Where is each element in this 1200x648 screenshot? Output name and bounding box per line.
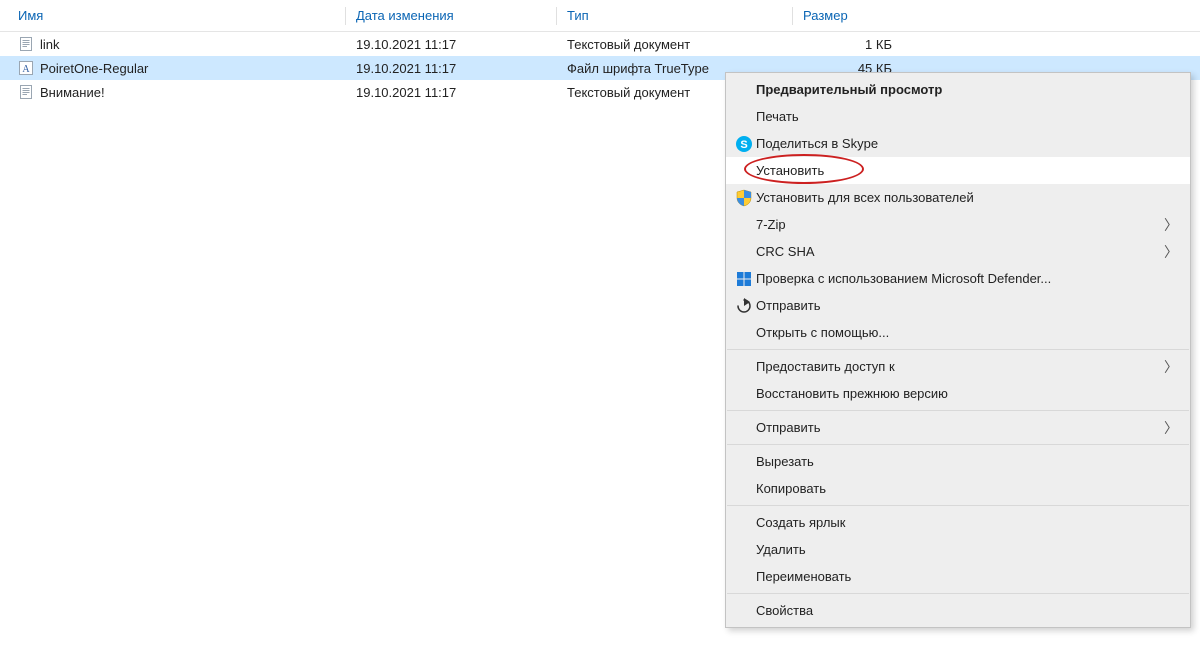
context-menu-item[interactable]: Переименовать bbox=[726, 563, 1190, 590]
context-menu-separator bbox=[727, 505, 1189, 506]
skype-icon: S bbox=[732, 135, 756, 153]
context-menu-item-label: Предоставить доступ к bbox=[756, 359, 1164, 374]
context-menu-item-label: Восстановить прежнюю версию bbox=[756, 386, 1164, 401]
context-menu-item[interactable]: Установить bbox=[726, 157, 1190, 184]
context-menu-item[interactable]: Установить для всех пользователей bbox=[726, 184, 1190, 211]
context-menu-item[interactable]: Печать bbox=[726, 103, 1190, 130]
context-menu-item[interactable]: Предварительный просмотр bbox=[726, 76, 1190, 103]
file-name: link bbox=[40, 37, 60, 52]
submenu-chevron-icon: 〉 bbox=[1164, 357, 1178, 377]
share-icon bbox=[732, 297, 756, 315]
context-menu-item[interactable]: Отправить〉 bbox=[726, 414, 1190, 441]
context-menu-item-label: Проверка с использованием Microsoft Defe… bbox=[756, 271, 1164, 286]
context-menu-item[interactable]: Свойства bbox=[726, 597, 1190, 624]
submenu-chevron-icon: 〉 bbox=[1164, 215, 1178, 235]
context-menu-item[interactable]: Проверка с использованием Microsoft Defe… bbox=[726, 265, 1190, 292]
context-menu-item-label: Установить для всех пользователей bbox=[756, 190, 1164, 205]
context-menu-item-label: Отправить bbox=[756, 298, 1164, 313]
font-file-icon: A bbox=[18, 60, 34, 76]
context-menu-item[interactable]: S Поделиться в Skype bbox=[726, 130, 1190, 157]
context-menu-item-label: Копировать bbox=[756, 481, 1164, 496]
file-type: Текстовый документ bbox=[567, 37, 792, 52]
context-menu-item[interactable]: CRC SHA〉 bbox=[726, 238, 1190, 265]
column-date[interactable]: Дата изменения bbox=[356, 8, 556, 23]
defender-icon bbox=[732, 270, 756, 288]
context-menu-item[interactable]: Предоставить доступ к〉 bbox=[726, 353, 1190, 380]
context-menu-item-label: Создать ярлык bbox=[756, 515, 1164, 530]
text-file-icon bbox=[18, 36, 34, 52]
context-menu-item-label: Печать bbox=[756, 109, 1164, 124]
context-menu-item-label: Отправить bbox=[756, 420, 1164, 435]
context-menu-item-label: Открыть с помощью... bbox=[756, 325, 1164, 340]
context-menu-item[interactable]: 7-Zip〉 bbox=[726, 211, 1190, 238]
context-menu-separator bbox=[727, 349, 1189, 350]
submenu-chevron-icon: 〉 bbox=[1164, 418, 1178, 438]
context-menu-item[interactable]: Восстановить прежнюю версию bbox=[726, 380, 1190, 407]
context-menu-item-label: Поделиться в Skype bbox=[756, 136, 1164, 151]
column-name[interactable]: Имя bbox=[0, 8, 345, 23]
context-menu-item-label: Вырезать bbox=[756, 454, 1164, 469]
file-date: 19.10.2021 11:17 bbox=[356, 85, 556, 100]
context-menu-item-label: Свойства bbox=[756, 603, 1164, 618]
file-size: 1 КБ bbox=[803, 37, 908, 52]
context-menu-item-label: Переименовать bbox=[756, 569, 1164, 584]
context-menu-separator bbox=[727, 410, 1189, 411]
column-size[interactable]: Размер bbox=[803, 8, 908, 23]
svg-text:A: A bbox=[22, 64, 30, 75]
context-menu-item[interactable]: Создать ярлык bbox=[726, 509, 1190, 536]
shield-icon bbox=[732, 189, 756, 207]
file-row[interactable]: link 19.10.2021 11:17 Текстовый документ 1 … bbox=[0, 32, 1200, 56]
column-type[interactable]: Тип bbox=[567, 8, 792, 23]
context-menu-item-label: 7-Zip bbox=[756, 217, 1164, 232]
context-menu-item-label: Удалить bbox=[756, 542, 1164, 557]
file-date: 19.10.2021 11:17 bbox=[356, 61, 556, 76]
submenu-chevron-icon: 〉 bbox=[1164, 242, 1178, 262]
context-menu-item[interactable]: Удалить bbox=[726, 536, 1190, 563]
context-menu-item[interactable]: Отправить bbox=[726, 292, 1190, 319]
svg-text:S: S bbox=[740, 139, 747, 151]
file-name: Внимание! bbox=[40, 85, 105, 100]
file-list-header: Имя Дата изменения Тип Размер bbox=[0, 0, 1200, 32]
file-date: 19.10.2021 11:17 bbox=[356, 37, 556, 52]
context-menu-separator bbox=[727, 593, 1189, 594]
context-menu-item-label: CRC SHA bbox=[756, 244, 1164, 259]
context-menu-item[interactable]: Вырезать bbox=[726, 448, 1190, 475]
context-menu-separator bbox=[727, 444, 1189, 445]
context-menu-item[interactable]: Копировать bbox=[726, 475, 1190, 502]
context-menu-item-label: Предварительный просмотр bbox=[756, 82, 1164, 97]
file-name: PoiretOne-Regular bbox=[40, 61, 148, 76]
context-menu: Предварительный просмотр Печать S Поделит… bbox=[725, 72, 1191, 628]
context-menu-item-label: Установить bbox=[756, 163, 1164, 178]
context-menu-item[interactable]: Открыть с помощью... bbox=[726, 319, 1190, 346]
text-file-icon bbox=[18, 84, 34, 100]
